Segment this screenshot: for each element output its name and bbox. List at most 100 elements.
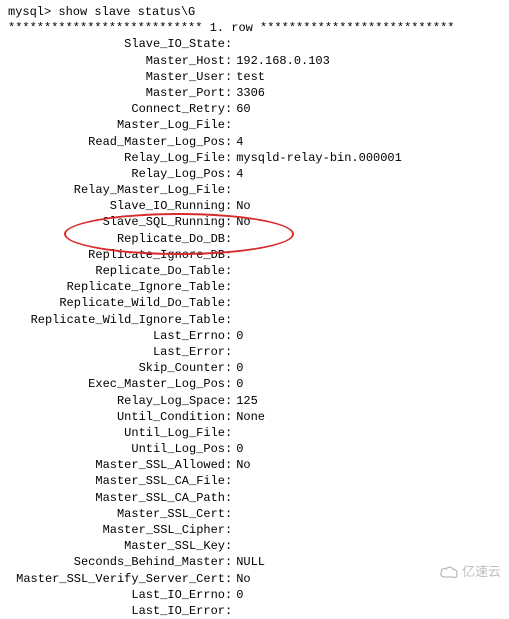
colon-separator: :	[225, 214, 232, 230]
colon-separator: :	[225, 69, 232, 85]
status-label: Relay_Log_File	[8, 150, 225, 166]
status-row: Last_IO_Error:	[8, 603, 501, 619]
colon-separator: :	[225, 538, 232, 554]
status-label: Replicate_Wild_Ignore_Table	[8, 312, 225, 328]
mysql-prompt: mysql> show slave status\G	[8, 4, 501, 20]
status-row: Until_Condition:None	[8, 409, 501, 425]
status-label: Slave_SQL_Running	[8, 214, 225, 230]
status-label: Master_User	[8, 69, 225, 85]
status-value: 60	[232, 101, 250, 117]
colon-separator: :	[225, 490, 232, 506]
status-label: Last_IO_Errno	[8, 587, 225, 603]
colon-separator: :	[225, 376, 232, 392]
colon-separator: :	[225, 393, 232, 409]
status-value: 192.168.0.103	[232, 53, 330, 69]
colon-separator: :	[225, 198, 232, 214]
colon-separator: :	[225, 101, 232, 117]
status-label: Slave_IO_Running	[8, 198, 225, 214]
colon-separator: :	[225, 506, 232, 522]
colon-separator: :	[225, 263, 232, 279]
colon-separator: :	[225, 279, 232, 295]
status-value: test	[232, 69, 265, 85]
status-row: Relay_Log_Space:125	[8, 393, 501, 409]
status-value: No	[232, 214, 250, 230]
status-label: Last_Errno	[8, 328, 225, 344]
colon-separator: :	[225, 554, 232, 570]
row-header: *************************** 1. row *****…	[8, 20, 501, 36]
status-label: Relay_Log_Space	[8, 393, 225, 409]
status-value	[232, 279, 236, 295]
status-label: Master_Port	[8, 85, 225, 101]
colon-separator: :	[225, 150, 232, 166]
cloud-icon	[439, 565, 459, 579]
colon-separator: :	[225, 344, 232, 360]
status-row: Master_SSL_CA_Path:	[8, 490, 501, 506]
colon-separator: :	[225, 328, 232, 344]
colon-separator: :	[225, 360, 232, 376]
colon-separator: :	[225, 231, 232, 247]
status-row: Last_Errno:0	[8, 328, 501, 344]
status-value: No	[232, 457, 250, 473]
status-row: Relay_Log_Pos:4	[8, 166, 501, 182]
status-value	[232, 538, 236, 554]
status-label: Relay_Master_Log_File	[8, 182, 225, 198]
status-row: Master_SSL_Cipher:	[8, 522, 501, 538]
status-label: Read_Master_Log_Pos	[8, 134, 225, 150]
status-row: Master_Host:192.168.0.103	[8, 53, 501, 69]
status-label: Until_Condition	[8, 409, 225, 425]
status-value: 4	[232, 166, 243, 182]
colon-separator: :	[225, 36, 232, 52]
status-row: Replicate_Wild_Do_Table:	[8, 295, 501, 311]
status-rows-container: Slave_IO_State:Master_Host:192.168.0.103…	[8, 36, 501, 619]
status-row: Exec_Master_Log_Pos:0	[8, 376, 501, 392]
status-label: Skip_Counter	[8, 360, 225, 376]
status-label: Last_IO_Error	[8, 603, 225, 619]
status-label: Exec_Master_Log_Pos	[8, 376, 225, 392]
status-value	[232, 117, 236, 133]
status-label: Master_SSL_Key	[8, 538, 225, 554]
status-value: No	[232, 571, 250, 587]
status-label: Master_Log_File	[8, 117, 225, 133]
status-row: Master_SSL_Allowed:No	[8, 457, 501, 473]
status-label: Replicate_Do_DB	[8, 231, 225, 247]
status-value: 4	[232, 134, 243, 150]
status-value: 0	[232, 441, 243, 457]
status-value: 0	[232, 328, 243, 344]
status-row: Slave_SQL_Running:No	[8, 214, 501, 230]
status-label: Replicate_Ignore_Table	[8, 279, 225, 295]
colon-separator: :	[225, 53, 232, 69]
status-label: Master_SSL_CA_File	[8, 473, 225, 489]
colon-separator: :	[225, 85, 232, 101]
status-value	[232, 522, 236, 538]
status-row: Until_Log_Pos:0	[8, 441, 501, 457]
status-value: 0	[232, 587, 243, 603]
colon-separator: :	[225, 134, 232, 150]
status-value	[232, 312, 236, 328]
status-row: Replicate_Ignore_DB:	[8, 247, 501, 263]
status-label: Seconds_Behind_Master	[8, 554, 225, 570]
status-value: None	[232, 409, 265, 425]
colon-separator: :	[225, 457, 232, 473]
status-label: Relay_Log_Pos	[8, 166, 225, 182]
status-value: 0	[232, 360, 243, 376]
status-value: mysqld-relay-bin.000001	[232, 150, 402, 166]
status-row: Connect_Retry:60	[8, 101, 501, 117]
status-label: Master_SSL_CA_Path	[8, 490, 225, 506]
status-label: Replicate_Wild_Do_Table	[8, 295, 225, 311]
status-label: Replicate_Ignore_DB	[8, 247, 225, 263]
status-row: Relay_Master_Log_File:	[8, 182, 501, 198]
status-row: Skip_Counter:0	[8, 360, 501, 376]
status-row: Last_Error:	[8, 344, 501, 360]
status-row: Replicate_Do_DB:	[8, 231, 501, 247]
colon-separator: :	[225, 425, 232, 441]
status-value	[232, 263, 236, 279]
status-label: Master_SSL_Verify_Server_Cert	[8, 571, 225, 587]
status-value	[232, 490, 236, 506]
status-value: 0	[232, 376, 243, 392]
status-row: Seconds_Behind_Master:NULL	[8, 554, 501, 570]
status-row: Master_SSL_Key:	[8, 538, 501, 554]
status-row: Slave_IO_State:	[8, 36, 501, 52]
status-row: Slave_IO_Running:No	[8, 198, 501, 214]
status-value: No	[232, 198, 250, 214]
status-row: Last_IO_Errno:0	[8, 587, 501, 603]
